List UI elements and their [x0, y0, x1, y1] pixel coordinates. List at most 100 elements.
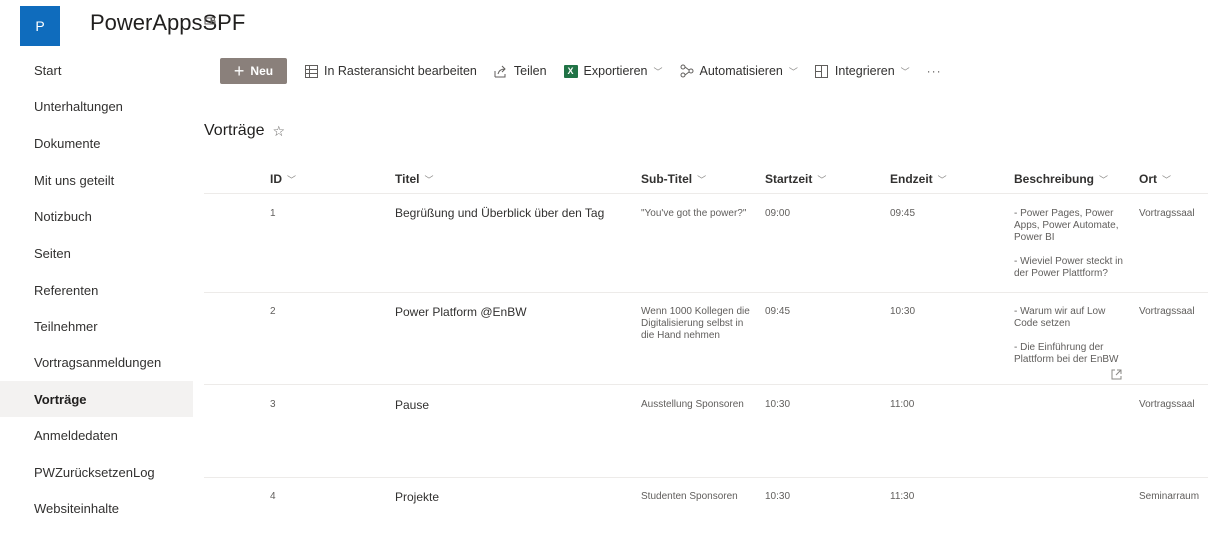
cell-beschreibung: - Power Pages, Power Apps, Power Automat…	[1014, 208, 1126, 292]
column-header-beschreibung[interactable]: Beschreibung ﹀	[1014, 169, 1108, 189]
cell-id: 1	[270, 208, 276, 219]
nav-item-mit-uns-geteilt[interactable]: Mit uns geteilt	[0, 162, 193, 198]
share-button[interactable]: Teilen	[494, 64, 547, 78]
list-title: Vorträge ☆	[204, 122, 285, 140]
grid-view-edit-button[interactable]: In Rasteransicht bearbeiten	[304, 64, 477, 78]
nav-item-notizbuch[interactable]: Notizbuch	[0, 198, 193, 234]
cell-startzeit: 09:45	[765, 306, 791, 317]
open-external-icon[interactable]	[1111, 369, 1122, 383]
nav-item-websiteinhalte[interactable]: Websiteinhalte	[0, 490, 193, 526]
automate-icon	[680, 64, 694, 78]
chevron-down-icon: ﹀	[1099, 174, 1109, 185]
nav-item-unterhaltungen[interactable]: Unterhaltungen	[0, 88, 193, 124]
site-logo[interactable]: P	[20, 6, 60, 46]
more-icon: ···	[926, 64, 942, 78]
chevron-down-icon: ﹀	[287, 174, 297, 185]
nav-item-label: PWZurücksetzenLog	[34, 464, 155, 480]
site-logo-letter: P	[35, 18, 45, 34]
nav-item-label: Vortragsanmeldungen	[34, 354, 162, 370]
nav-item-label: Notizbuch	[34, 208, 92, 224]
plus-icon: +	[233, 61, 245, 81]
export-button[interactable]: X Exportieren ﹀	[563, 64, 663, 78]
column-header-label: Ort	[1139, 172, 1157, 186]
nav-item-vortraege[interactable]: Vorträge	[0, 381, 193, 417]
cell-beschreibung: - Warum wir auf Low Code setzen - Die Ei…	[1014, 306, 1126, 378]
column-header-id[interactable]: ID ﹀	[270, 169, 296, 189]
grid-icon	[304, 64, 318, 78]
description-line: - Power Pages, Power Apps, Power Automat…	[1014, 208, 1119, 243]
row-divider	[204, 384, 1208, 385]
automate-button[interactable]: Automatisieren ﹀	[680, 64, 798, 78]
nav-item-label: Start	[34, 62, 62, 78]
column-header-endzeit[interactable]: Endzeit ﹀	[890, 169, 947, 189]
cell-id: 2	[270, 306, 276, 317]
more-options-button[interactable]: ···	[927, 64, 942, 78]
description-line: - Die Einführung der Plattform bei der E…	[1014, 342, 1119, 365]
integrate-icon	[815, 64, 829, 78]
cell-subtitel: Studenten Sponsoren	[641, 491, 738, 502]
nav-item-label: Referenten	[34, 282, 99, 298]
column-header-label: ID	[270, 172, 282, 186]
chevron-down-icon: ﹀	[1162, 174, 1172, 185]
nav-item-label: Mit uns geteilt	[34, 172, 115, 188]
chevron-down-icon: ﹀	[653, 66, 663, 77]
new-button[interactable]: + Neu	[220, 58, 287, 84]
cell-id: 3	[270, 399, 276, 410]
cell-ort: Seminarraum	[1139, 491, 1200, 502]
column-header-ort[interactable]: Ort ﹀	[1139, 169, 1171, 189]
left-navigation: Start Unterhaltungen Dokumente Mit uns g…	[0, 52, 193, 542]
cell-startzeit: 10:30	[765, 399, 791, 410]
nav-item-label: Unterhaltungen	[34, 98, 123, 114]
teams-icon	[204, 15, 216, 27]
header-divider	[204, 193, 1208, 194]
column-header-titel[interactable]: Titel ﹀	[395, 169, 433, 189]
cell-subtitel: Wenn 1000 Kollegen die Digitalisierung s…	[641, 306, 750, 341]
nav-item-teilnehmer[interactable]: Teilnehmer	[0, 308, 193, 344]
nav-item-vortragsanmeldungen[interactable]: Vortragsanmeldungen	[0, 344, 193, 380]
site-title[interactable]: PowerAppsSPF	[90, 10, 245, 36]
chevron-down-icon: ﹀	[424, 174, 434, 185]
share-label: Teilen	[513, 64, 547, 78]
cell-id: 4	[270, 491, 276, 502]
nav-item-label: Dokumente	[34, 135, 101, 151]
integrate-label: Integrieren	[834, 64, 895, 78]
cell-startzeit: 10:30	[765, 491, 791, 502]
cell-startzeit: 09:00	[765, 208, 791, 219]
cell-titel[interactable]: Begrüßung und Überblick über den Tag	[395, 206, 630, 220]
nav-item-pwzuruecksetzenlog[interactable]: PWZurücksetzenLog	[0, 454, 193, 490]
description-line: - Warum wir auf Low Code setzen	[1014, 306, 1106, 329]
column-header-subtitel[interactable]: Sub-Titel ﹀	[641, 169, 706, 189]
cell-endzeit: 09:45	[890, 208, 916, 219]
list-title-text: Vorträge	[204, 122, 265, 139]
integrate-button[interactable]: Integrieren ﹀	[815, 64, 910, 78]
nav-item-anmeldedaten[interactable]: Anmeldedaten	[0, 417, 193, 453]
cell-endzeit: 10:30	[890, 306, 916, 317]
nav-item-label: Seiten	[34, 245, 71, 261]
nav-item-referenten[interactable]: Referenten	[0, 272, 193, 308]
column-header-label: Startzeit	[765, 172, 813, 186]
cell-ort: Vortragssaal	[1139, 208, 1195, 219]
star-icon[interactable]: ☆	[272, 123, 285, 140]
column-header-startzeit[interactable]: Startzeit ﹀	[765, 169, 826, 189]
nav-item-dokumente[interactable]: Dokumente	[0, 125, 193, 161]
column-header-label: Beschreibung	[1014, 172, 1095, 186]
chevron-down-icon: ﹀	[937, 174, 947, 185]
row-divider	[204, 292, 1208, 293]
cell-titel[interactable]: Pause	[395, 398, 630, 412]
column-header-label: Sub-Titel	[641, 172, 693, 186]
export-label: Exportieren	[583, 64, 648, 78]
cell-endzeit: 11:00	[890, 399, 915, 410]
nav-item-start[interactable]: Start	[0, 52, 193, 88]
chevron-down-icon: ﹀	[788, 66, 798, 77]
cell-titel[interactable]: Projekte	[395, 490, 630, 504]
cell-subtitel: Ausstellung Sponsoren	[641, 399, 744, 410]
nav-item-seiten[interactable]: Seiten	[0, 235, 193, 271]
chevron-down-icon: ﹀	[900, 66, 910, 77]
share-icon	[494, 64, 508, 78]
chevron-down-icon: ﹀	[817, 174, 827, 185]
description-line: - Wieviel Power steckt in der Power Plat…	[1014, 256, 1123, 279]
new-button-label: Neu	[250, 64, 274, 78]
cell-titel[interactable]: Power Platform @EnBW	[395, 305, 630, 319]
nav-item-label: Anmeldedaten	[34, 427, 118, 443]
automate-label: Automatisieren	[699, 64, 783, 78]
